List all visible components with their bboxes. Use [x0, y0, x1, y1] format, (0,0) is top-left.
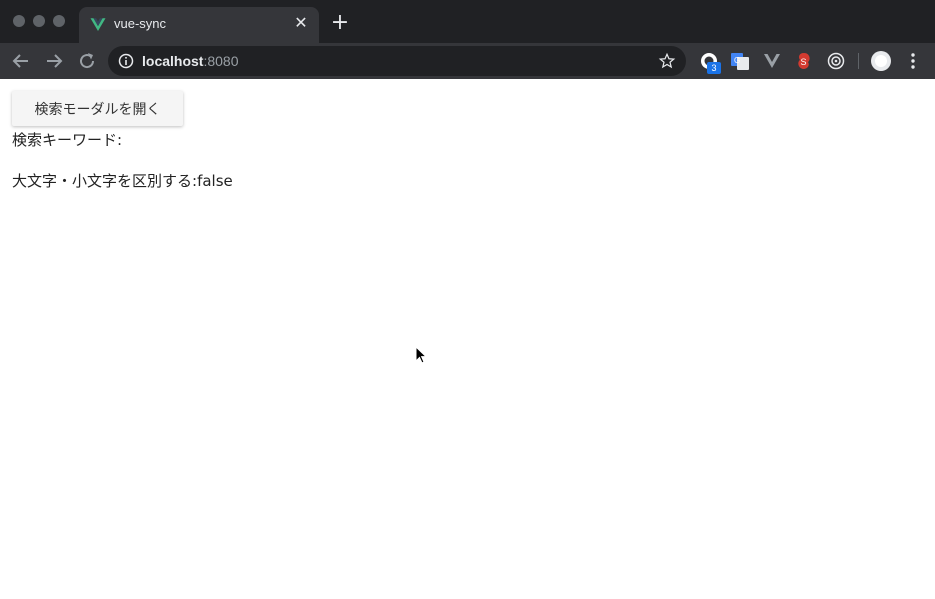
info-icon[interactable] — [118, 53, 134, 69]
close-window-button[interactable] — [13, 15, 25, 27]
profile-avatar-icon[interactable] — [870, 50, 892, 72]
target-extension-icon[interactable] — [826, 51, 846, 71]
vue-devtools-icon[interactable] — [762, 51, 782, 71]
toolbar-divider — [858, 53, 859, 69]
case-sensitive-value: false — [197, 172, 233, 190]
reload-icon[interactable] — [75, 49, 99, 73]
mouse-cursor-icon — [415, 346, 427, 364]
tab-vue-sync[interactable]: vue-sync ✕ — [79, 7, 319, 43]
case-sensitive-line: 大文字・小文字を区別する:false — [12, 170, 233, 191]
url-host: localhost — [142, 53, 204, 69]
url-port: :8080 — [203, 53, 239, 69]
minimize-window-button[interactable] — [33, 15, 45, 27]
open-search-modal-button[interactable]: 検索モーダルを開く — [12, 91, 183, 126]
vue-logo-icon — [90, 18, 106, 31]
case-sensitive-label: 大文字・小文字を区別する: — [12, 172, 198, 190]
page-content: 検索モーダルを開く 検索キーワード: 大文字・小文字を区別する:false — [0, 79, 935, 599]
back-arrow-icon[interactable] — [9, 49, 33, 73]
star-icon[interactable] — [658, 52, 676, 70]
tab-title: vue-sync — [114, 16, 167, 31]
search-keyword-line: 検索キーワード: — [12, 129, 122, 150]
search-keyword-label: 検索キーワード: — [12, 131, 123, 149]
browser-window: vue-sync ✕ + localhost:8080 G S 3 検索モーダル… — [0, 0, 935, 599]
browser-toolbar: localhost:8080 G S — [0, 43, 935, 79]
svg-text:G: G — [734, 56, 740, 65]
close-icon[interactable]: ✕ — [291, 13, 311, 33]
extension-badge: 3 — [707, 62, 721, 74]
address-bar[interactable]: localhost:8080 — [108, 46, 686, 76]
svelte-extension-icon[interactable]: S — [794, 51, 814, 71]
translate-extension-icon[interactable]: G — [730, 51, 750, 71]
svg-text:S: S — [801, 57, 807, 67]
maximize-window-button[interactable] — [53, 15, 65, 27]
url-text: localhost:8080 — [142, 53, 239, 69]
tab-strip: vue-sync ✕ + — [0, 0, 935, 43]
plus-icon[interactable]: + — [328, 12, 352, 36]
forward-arrow-icon[interactable] — [42, 49, 66, 73]
more-menu-icon[interactable] — [903, 51, 923, 71]
